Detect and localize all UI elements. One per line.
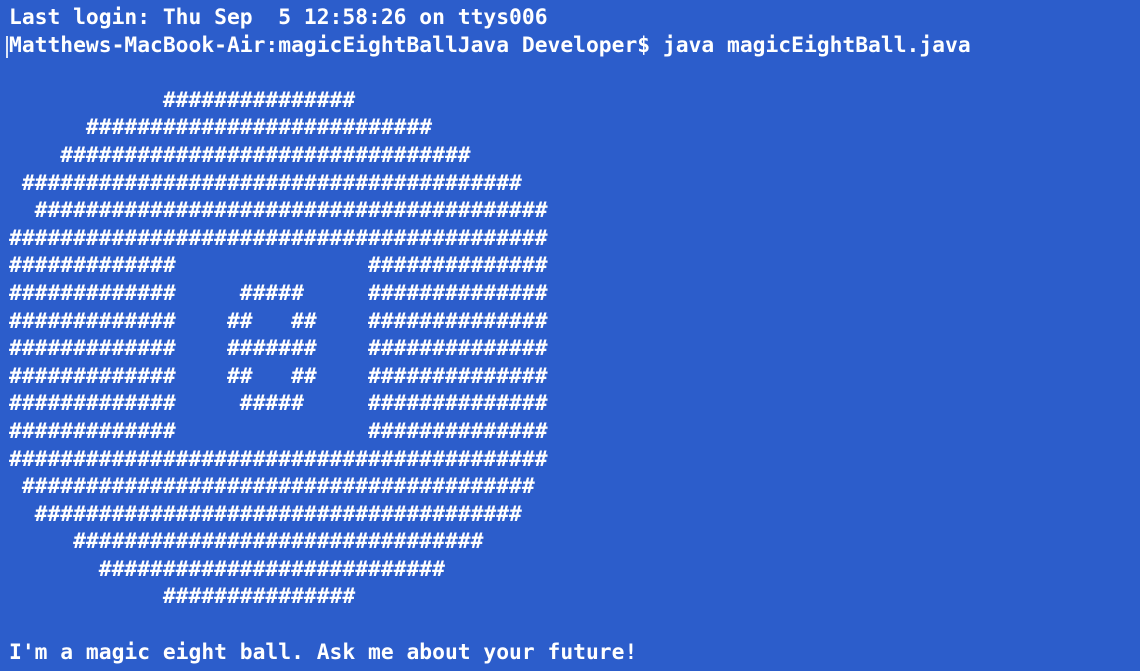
ascii-art-line: ############# ####### ############## [9, 336, 548, 362]
ascii-art-line: ############# ## ## ############## [9, 363, 548, 389]
ascii-art-line [9, 611, 1140, 639]
ascii-art-line: ########################################… [9, 446, 548, 472]
eight-ball-ascii-art: ############### ########################… [9, 59, 1140, 638]
ascii-art-line: ############# ##### ############## [9, 391, 548, 417]
ascii-art-line: ################################ [9, 529, 484, 555]
output-message-line: I'm a magic eight ball. Ask me about you… [9, 639, 638, 665]
ascii-art-line: ############# ############## [9, 418, 548, 444]
command-prompt-line: Matthews-MacBook-Air:magicEightBallJava … [9, 32, 971, 58]
ascii-art-line: ############# ############## [9, 253, 548, 279]
ascii-art-line: ################################ [9, 142, 471, 168]
ascii-art-line: ########################################… [9, 225, 548, 251]
ascii-art-line: ####################################### [9, 170, 522, 196]
ascii-art-line: ############# ## ## ############## [9, 308, 548, 334]
terminal-window[interactable]: Last login: Thu Sep 5 12:58:26 on ttys00… [0, 0, 1140, 671]
ascii-art-line: ######################################## [9, 198, 548, 224]
ascii-art-line: ###################################### [9, 501, 522, 527]
last-login-line: Last login: Thu Sep 5 12:58:26 on ttys00… [9, 5, 548, 30]
ascii-art-line: ########################### [9, 115, 433, 141]
text-cursor [6, 36, 8, 58]
ascii-art-line: ############# ##### ############## [9, 280, 548, 306]
ascii-art-line: ############### [9, 87, 356, 113]
ascii-art-line [9, 59, 1140, 87]
ascii-art-line: ######################################## [9, 474, 535, 500]
ascii-art-line: ############### [9, 584, 356, 610]
ascii-art-line: ########################### [9, 556, 445, 582]
